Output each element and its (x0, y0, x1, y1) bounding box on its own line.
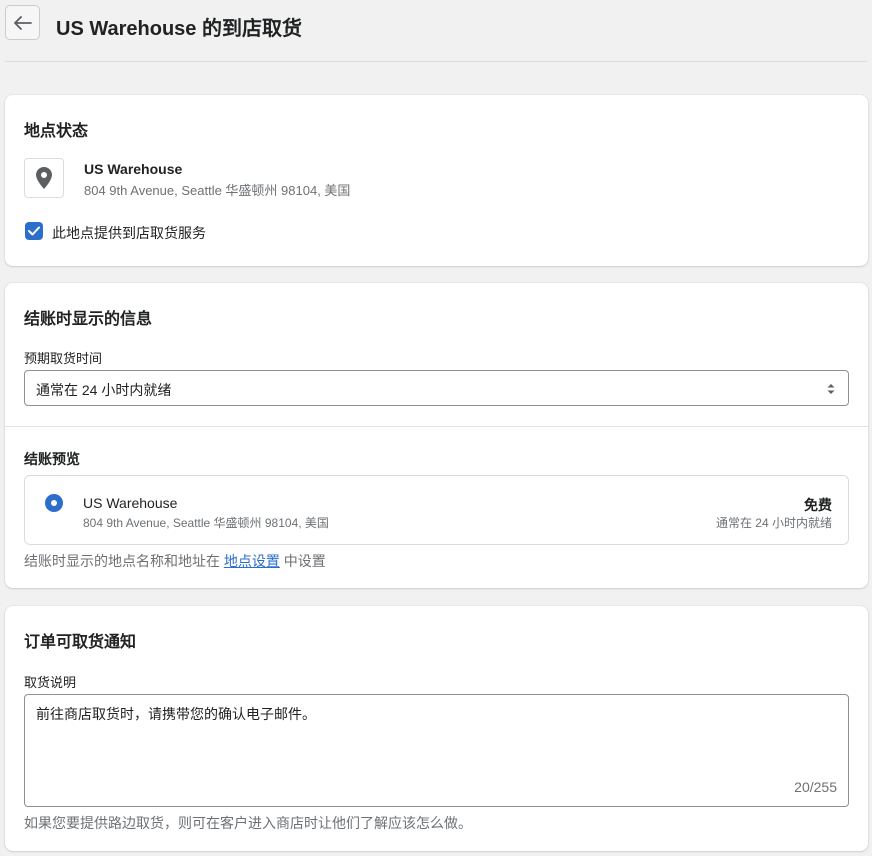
checkout-help-suffix: 中设置 (283, 553, 326, 569)
location-settings-link[interactable]: 地点设置 (224, 553, 280, 569)
local-pickup-checkbox[interactable] (25, 222, 43, 240)
pickup-instructions-label: 取货说明 (24, 675, 77, 690)
pickup-time-label: 预期取货时间 (24, 351, 103, 366)
preview-radio-selected (45, 494, 63, 512)
pickup-notification-card: 订单可取货通知 取货说明 前往商店取货时，请携带您的确认电子邮件。 20/255… (5, 606, 868, 851)
page-header: US Warehouse 的到店取货 (0, 0, 872, 62)
radio-dot (51, 500, 57, 506)
page: US Warehouse 的到店取货 地点状态 US Warehouse 804… (0, 0, 872, 856)
curbside-help-text: 如果您要提供路边取货，则可在客户进入商店时让他们了解应该怎么做。 (24, 815, 472, 831)
checkout-help-text: 结账时显示的地点名称和地址在 地点设置 中设置 (24, 551, 326, 571)
location-status-card: 地点状态 US Warehouse 804 9th Avenue, Seattl… (5, 95, 868, 266)
pickup-instructions-value: 前往商店取货时，请携带您的确认电子邮件。 (36, 706, 316, 722)
local-pickup-checkbox-label[interactable]: 此地点提供到店取货服务 (52, 223, 206, 243)
page-title: US Warehouse 的到店取货 (56, 18, 302, 40)
location-pin-icon (36, 167, 52, 189)
preview-price: 免费 (804, 497, 832, 513)
arrow-left-icon (13, 15, 32, 30)
location-address: 804 9th Avenue, Seattle 华盛顿州 98104, 美国 (84, 183, 351, 198)
pickup-time-select[interactable]: 通常在 24 小时内就绪 (24, 370, 849, 406)
pickup-instructions-textarea[interactable]: 前往商店取货时，请携带您的确认电子邮件。 20/255 (24, 694, 849, 807)
preview-ready-time: 通常在 24 小时内就绪 (715, 516, 832, 530)
header-divider (5, 61, 867, 62)
checkout-info-title: 结账时显示的信息 (24, 311, 153, 328)
location-name: US Warehouse (84, 161, 183, 177)
checkout-preview-heading: 结账预览 (24, 451, 80, 467)
preview-location-name: US Warehouse (83, 495, 178, 511)
checkout-preview-box: US Warehouse 804 9th Avenue, Seattle 华盛顿… (24, 475, 849, 545)
location-status-title: 地点状态 (24, 123, 89, 140)
checkmark-icon (28, 226, 40, 236)
location-thumbnail (24, 158, 64, 198)
pickup-time-select-value: 通常在 24 小时内就绪 (36, 382, 172, 398)
checkout-help-prefix: 结账时显示的地点名称和地址在 (24, 553, 220, 569)
checkout-info-card: 结账时显示的信息 预期取货时间 通常在 24 小时内就绪 结账预览 US War… (5, 283, 868, 588)
select-arrows-icon (827, 384, 835, 394)
preview-location-address: 804 9th Avenue, Seattle 华盛顿州 98104, 美国 (83, 516, 329, 530)
pickup-notification-title: 订单可取货通知 (24, 634, 137, 651)
section-divider (5, 426, 868, 427)
back-button[interactable] (5, 5, 40, 40)
character-count: 20/255 (794, 779, 837, 795)
